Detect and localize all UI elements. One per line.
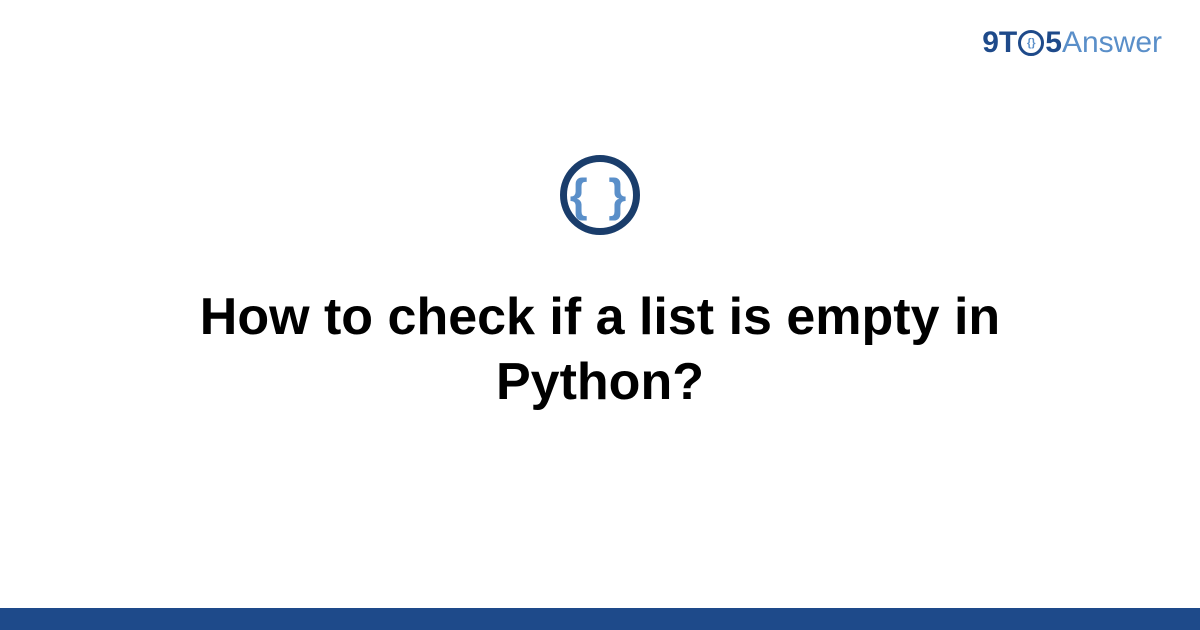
main-content: { } How to check if a list is empty in P… [0, 0, 1200, 630]
braces-icon: { } [570, 172, 631, 218]
question-title: How to check if a list is empty in Pytho… [100, 285, 1100, 415]
bottom-accent-bar [0, 608, 1200, 630]
category-icon-circle: { } [560, 155, 640, 235]
